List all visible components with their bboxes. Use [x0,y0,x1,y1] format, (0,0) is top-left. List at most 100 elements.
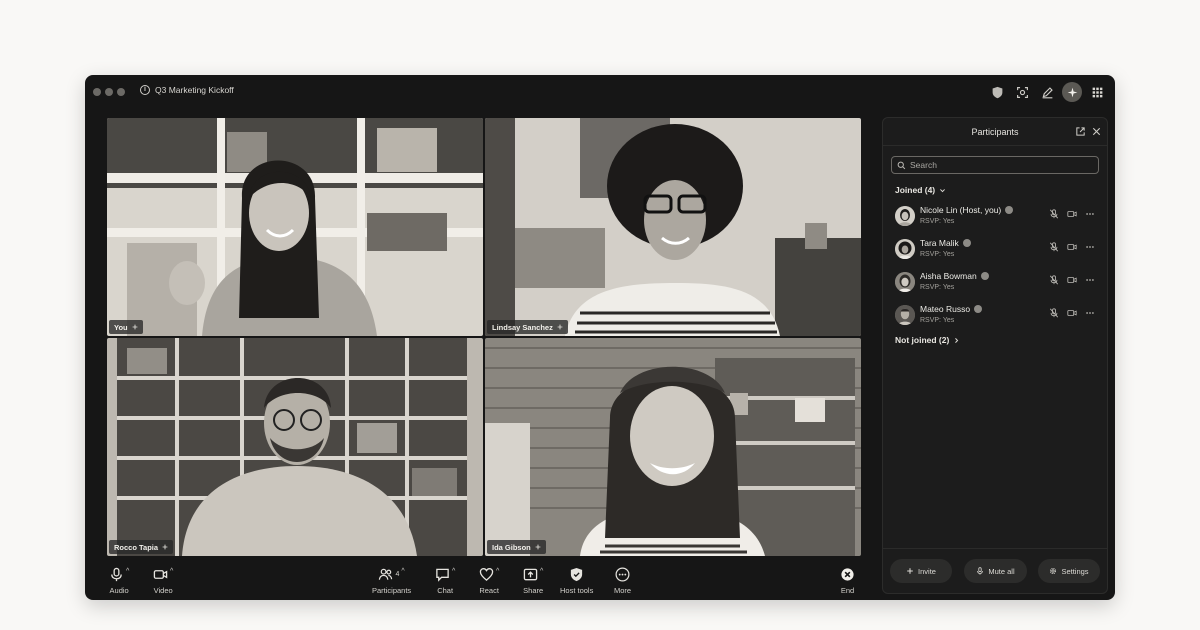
more-options-icon[interactable] [1085,275,1095,285]
ai-assistant-icon[interactable] [1062,82,1082,102]
video-tile-you[interactable]: You [107,118,483,336]
participants-button[interactable]: 4 ^ Participants [372,564,411,596]
verified-shield-icon [962,239,971,247]
participant-row[interactable]: Mateo Russo RSVP: Yes [895,302,1095,330]
pin-icon [557,324,563,330]
chevron-up-icon[interactable]: ^ [452,568,455,575]
meeting-controls-bar: ^ Audio ^ Video 4 ^ Participants ^ Chat … [85,560,875,600]
participant-actions [1049,275,1095,285]
pin-icon [162,544,168,550]
chat-button[interactable]: ^ Chat [435,564,455,595]
video-tile-rocco-tapia[interactable]: Rocco Tapia [107,338,483,556]
window-zoom-dot[interactable] [117,88,125,96]
video-label: Video [153,586,173,595]
more-icon [615,567,630,581]
invite-button[interactable]: Invite [890,559,952,583]
shield-icon[interactable] [988,83,1006,101]
participant-row[interactable]: Aisha Bowman RSVP: Yes [895,269,1095,297]
window-close-dot[interactable] [93,88,101,96]
joined-section-header[interactable]: Joined (4) [895,185,946,195]
microphone-off-icon[interactable] [1049,242,1059,252]
chevron-up-icon[interactable]: ^ [126,568,129,575]
video-grid: You Lindsay Sanchez Rocco Tapia Ida Gibs… [107,118,861,556]
not-joined-header-label: Not joined (2) [895,335,950,345]
host-shield-icon [571,567,583,581]
more-options-icon[interactable] [1085,308,1095,318]
screen-capture-icon[interactable] [1013,83,1031,101]
participant-name: Ida Gibson [492,542,531,552]
participant-name: Lindsay Sanchez [492,322,553,332]
participant-row[interactable]: Tara Malik RSVP: Yes [895,236,1095,264]
close-icon[interactable] [1091,126,1102,137]
window-minimize-dot[interactable] [105,88,113,96]
chevron-up-icon[interactable]: ^ [540,568,543,575]
panel-divider [883,548,1107,549]
chat-icon [436,568,449,582]
video-tile-ida-gibson[interactable]: Ida Gibson [485,338,861,556]
mute-all-label: Mute all [988,566,1015,576]
camera-icon[interactable] [1067,275,1077,285]
settings-label: Settings [1061,566,1089,576]
panel-title: Participants [971,127,1019,137]
avatar [895,272,915,292]
avatar [895,239,915,259]
more-options-icon[interactable] [1085,242,1095,252]
participant-actions [1049,209,1095,219]
search-icon [897,161,906,169]
pen-icon[interactable] [1038,83,1056,101]
participant-name-label: Mateo Russo [920,304,971,314]
host-tools-button[interactable]: Host tools [560,564,593,595]
avatar [895,305,915,325]
participant-row[interactable]: Nicole Lin (Host, you) RSVP: Yes [895,203,1095,231]
audio-button[interactable]: ^ Audio [109,564,129,595]
participant-search[interactable] [891,156,1099,174]
mute-all-button[interactable]: Mute all [964,559,1027,583]
camera-icon[interactable] [1067,209,1077,219]
chevron-up-icon[interactable]: ^ [496,568,499,575]
end-call-icon [841,567,854,581]
participant-name: Nicole Lin (Host, you) [920,205,1014,215]
verified-shield-icon [1005,206,1014,214]
more-label: More [614,586,632,595]
participant-name: Aisha Bowman [920,271,989,281]
camera-icon[interactable] [1067,242,1077,252]
video-button[interactable]: ^ Video [153,564,174,596]
info-icon[interactable]: i [140,85,150,95]
microphone-off-icon[interactable] [1049,275,1059,285]
search-input[interactable] [910,160,1090,170]
title-bar: i Q3 Marketing Kickoff [85,75,1115,109]
share-button[interactable]: ^ Share [523,564,544,596]
video-tile-lindsay-sanchez[interactable]: Lindsay Sanchez [485,118,861,336]
not-joined-section-header[interactable]: Not joined (2) [895,335,960,345]
participant-name-tag: You [109,320,143,334]
meeting-title: Q3 Marketing Kickoff [155,85,234,95]
heart-icon [479,567,494,581]
microphone-off-icon[interactable] [1049,209,1059,219]
apps-grid-icon[interactable] [1088,83,1106,101]
rsvp-status: RSVP: Yes [920,251,955,258]
rsvp-status: RSVP: Yes [920,218,955,225]
more-options-icon[interactable] [1085,209,1095,219]
chat-label: Chat [437,586,454,595]
participant-name-label: Aisha Bowman [920,271,977,281]
chevron-right-icon [955,337,959,343]
meeting-title-area[interactable]: i Q3 Marketing Kickoff [140,85,234,95]
react-button[interactable]: ^ React [479,564,499,596]
end-button[interactable]: End [840,564,855,595]
share-label: Share [523,586,544,595]
video-feed-rocco-tapia [107,338,483,556]
react-label: React [479,586,499,595]
end-label: End [840,586,855,595]
microphone-off-icon[interactable] [1049,308,1059,318]
more-button[interactable]: More [614,564,631,595]
participant-actions [1049,242,1095,252]
participant-name: Mateo Russo [920,304,983,314]
participant-name-label: Nicole Lin (Host, you) [920,205,1002,215]
participant-name-label: Tara Malik [920,238,959,248]
pop-out-icon[interactable] [1075,126,1086,137]
settings-button[interactable]: Settings [1038,559,1100,583]
chevron-up-icon[interactable]: ^ [401,568,404,575]
camera-icon[interactable] [1067,308,1077,318]
participant-name-tag: Lindsay Sanchez [487,320,568,334]
chevron-up-icon[interactable]: ^ [170,568,173,575]
